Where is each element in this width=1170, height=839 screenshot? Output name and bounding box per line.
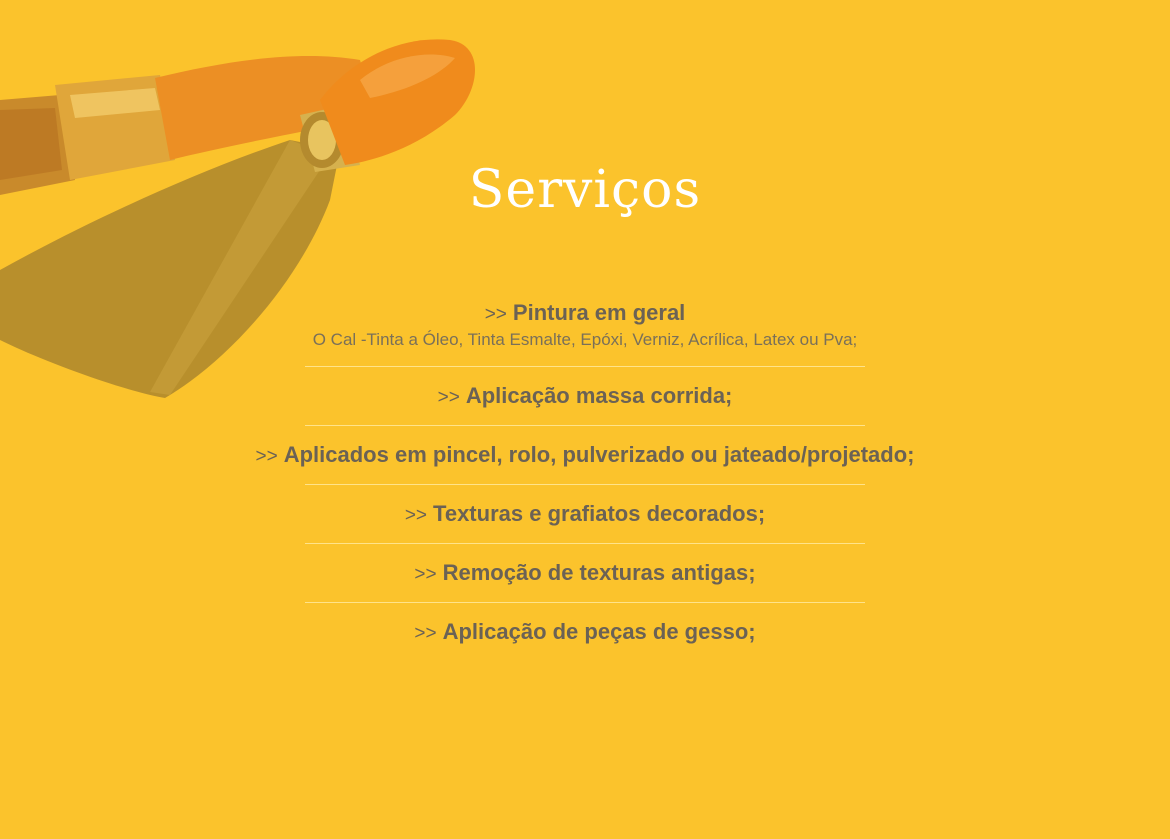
- service-item: >> Aplicação massa corrida;: [0, 367, 1170, 425]
- services-list: >> Pintura em geral O Cal -Tinta a Óleo, …: [0, 298, 1170, 661]
- service-name: Remoção de texturas antigas;: [442, 560, 756, 585]
- service-item: >> Aplicados em pincel, rolo, pulverizado…: [0, 426, 1170, 484]
- service-item: >> Aplicação de peças de gesso;: [0, 603, 1170, 661]
- service-prefix: >>: [255, 446, 278, 467]
- service-description: O Cal -Tinta a Óleo, Tinta Esmalte, Epóx…: [312, 330, 858, 349]
- page-title: Serviços: [468, 160, 702, 220]
- service-name: Pintura em geral: [512, 300, 686, 325]
- service-item: >> Remoção de texturas antigas;: [0, 544, 1170, 602]
- service-item: >> Texturas e grafiatos decorados;: [0, 485, 1170, 543]
- service-prefix: >>: [414, 564, 437, 585]
- service-prefix: >>: [484, 304, 507, 325]
- service-name: Texturas e grafiatos decorados;: [433, 501, 766, 526]
- service-prefix: >>: [437, 387, 460, 408]
- service-item: >> Pintura em geral O Cal -Tinta a Óleo, …: [0, 298, 1170, 366]
- service-prefix: >>: [414, 623, 437, 644]
- service-name: Aplicados em pincel, rolo, pulverizado o…: [283, 442, 915, 467]
- service-name: Aplicação de peças de gesso;: [442, 619, 756, 644]
- service-name: Aplicação massa corrida;: [465, 383, 733, 408]
- service-prefix: >>: [404, 505, 428, 526]
